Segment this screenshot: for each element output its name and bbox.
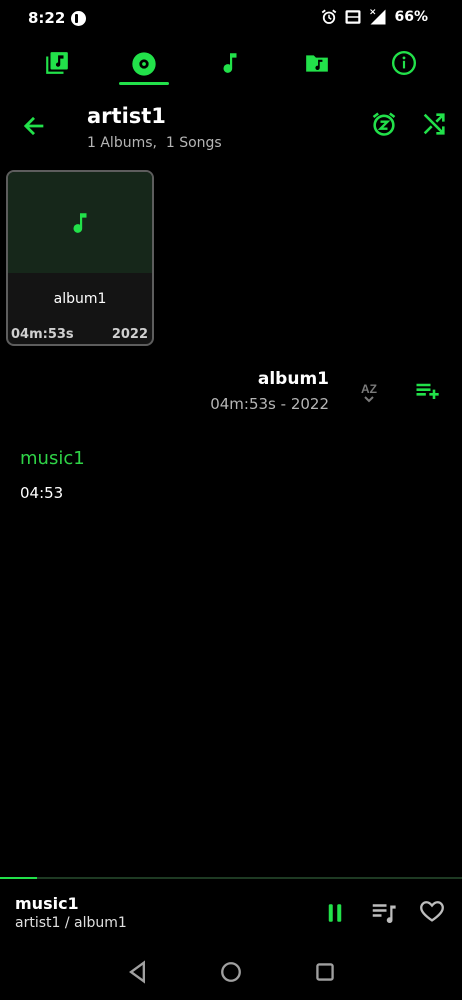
sleep-timer-button[interactable] bbox=[370, 110, 400, 140]
tab-info[interactable] bbox=[374, 42, 434, 86]
svg-text:AZ: AZ bbox=[361, 382, 377, 396]
sleep-timer-icon bbox=[370, 110, 400, 138]
playback-progress-fill bbox=[0, 877, 37, 879]
system-nav-bar bbox=[0, 948, 462, 996]
triangle-back-icon bbox=[124, 958, 154, 986]
queue-button[interactable] bbox=[369, 898, 401, 928]
playback-progress-bar[interactable] bbox=[0, 877, 462, 879]
song-duration: 04:53 bbox=[20, 484, 64, 502]
square-recents-icon bbox=[311, 958, 341, 986]
arrow-back-icon bbox=[20, 112, 50, 140]
album-disc-icon bbox=[130, 50, 158, 78]
album-card-duration: 04m:53s bbox=[11, 327, 74, 342]
music-folder-icon bbox=[303, 50, 331, 76]
favorite-button[interactable] bbox=[418, 897, 448, 927]
battery-level: 66% bbox=[394, 9, 428, 25]
shuffle-icon bbox=[420, 110, 450, 138]
nav-back-button[interactable] bbox=[124, 958, 154, 986]
nav-recents-button[interactable] bbox=[311, 958, 341, 986]
page-subtitle: 1 Albums, 1 Songs bbox=[87, 135, 222, 151]
nav-home-button[interactable] bbox=[217, 958, 247, 986]
library-icon bbox=[44, 50, 70, 76]
music-note-icon bbox=[217, 50, 243, 76]
pause-icon bbox=[320, 898, 350, 928]
page-title: artist1 bbox=[87, 104, 166, 128]
album-section-title: album1 bbox=[257, 369, 329, 389]
album-card[interactable]: album1 04m:53s 2022 bbox=[6, 170, 154, 346]
album-section-subtitle: 04m:53s - 2022 bbox=[210, 395, 329, 413]
now-playing-title: music1 bbox=[15, 894, 79, 913]
sort-button[interactable]: AZ bbox=[355, 380, 385, 408]
album-artwork bbox=[8, 172, 152, 273]
back-button[interactable] bbox=[20, 112, 50, 140]
song-list-item[interactable]: music1 04:53 bbox=[0, 440, 462, 508]
sort-az-icon: AZ bbox=[355, 380, 385, 408]
status-time: 8:22 bbox=[28, 9, 66, 27]
top-tab-bar bbox=[0, 42, 462, 86]
now-playing-subtitle: artist1 / album1 bbox=[15, 915, 127, 931]
album-card-name: album1 bbox=[53, 291, 107, 307]
circle-home-icon bbox=[217, 958, 247, 986]
pause-button[interactable] bbox=[320, 898, 350, 928]
mini-player[interactable]: music1 artist1 / album1 bbox=[0, 880, 462, 942]
album-card-year: 2022 bbox=[111, 327, 148, 342]
tab-albums[interactable] bbox=[114, 42, 174, 86]
tab-songs[interactable] bbox=[200, 42, 260, 86]
tab-library[interactable] bbox=[27, 42, 87, 86]
active-tab-indicator bbox=[119, 82, 169, 85]
shuffle-button[interactable] bbox=[420, 110, 450, 140]
info-icon bbox=[391, 50, 417, 76]
playlist-add-icon bbox=[412, 378, 444, 406]
signal-icon bbox=[368, 8, 388, 26]
heart-outline-icon bbox=[418, 897, 448, 925]
alarm-icon bbox=[320, 8, 338, 26]
song-title: music1 bbox=[20, 448, 85, 469]
artist-header: artist1 1 Albums, 1 Songs bbox=[0, 98, 462, 158]
queue-music-icon bbox=[369, 898, 401, 928]
status-bar: 8:22 66% bbox=[0, 0, 462, 38]
app-notification-icon bbox=[71, 11, 86, 26]
tab-folders[interactable] bbox=[287, 42, 347, 86]
add-to-queue-button[interactable] bbox=[412, 378, 444, 406]
volte-icon bbox=[344, 8, 362, 26]
status-right: 66% bbox=[320, 8, 428, 26]
music-note-icon bbox=[67, 210, 93, 236]
